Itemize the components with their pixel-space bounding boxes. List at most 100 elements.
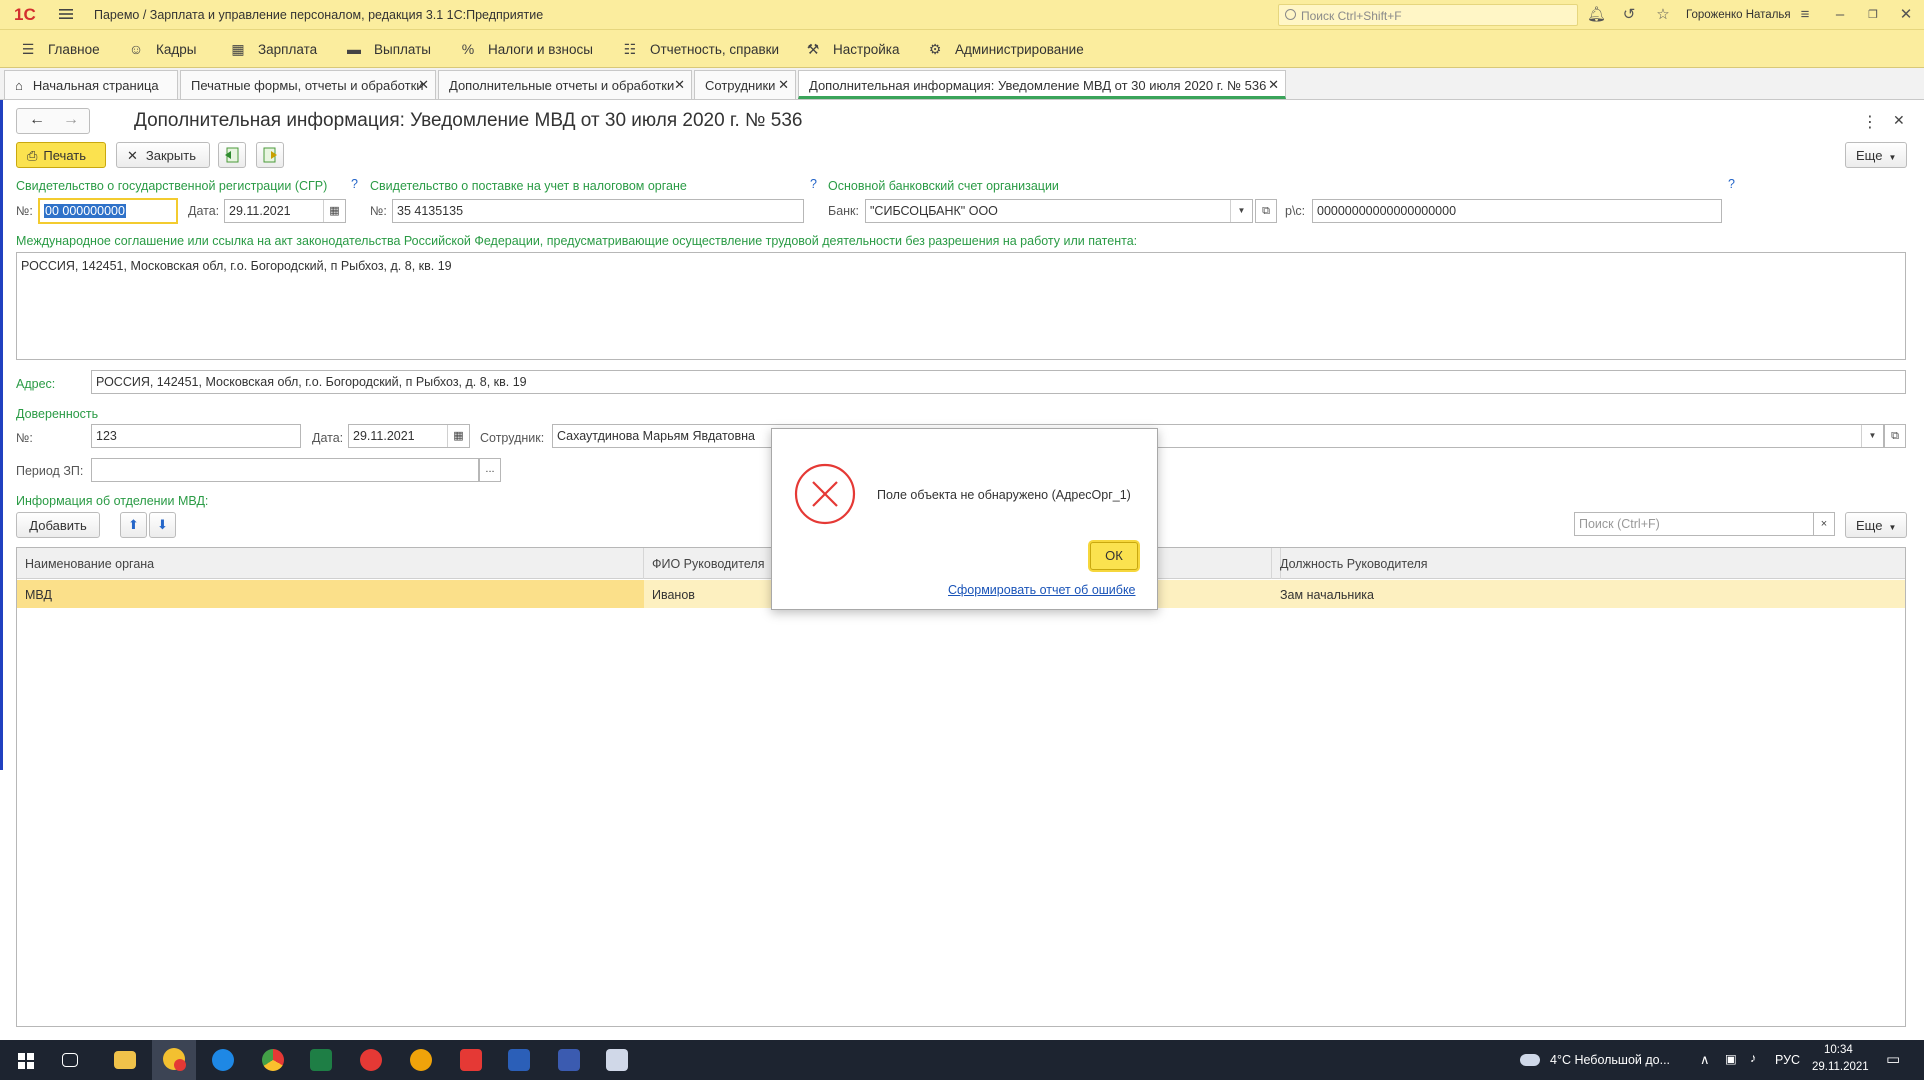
restore-icon[interactable]: ❐ (1864, 6, 1882, 24)
tab-additional-info[interactable]: Дополнительная информация: Уведомление М… (798, 70, 1286, 99)
export-button[interactable] (218, 142, 246, 168)
task-view-icon[interactable] (62, 1053, 78, 1067)
clear-search-icon[interactable]: × (1813, 512, 1835, 536)
windows-taskbar: 4°C Небольшой до... ∧ ▣ ♪ РУС 10:34 29.1… (0, 1040, 1924, 1080)
help-question-mark[interactable]: ? (1728, 177, 1735, 191)
dropdown-arrow-icon[interactable]: ▼ (1861, 425, 1883, 447)
menu-item-admin[interactable]: ⚙ Администрирование (927, 41, 1084, 57)
global-search-input[interactable]: Поиск Ctrl+Shift+F (1278, 4, 1578, 26)
chrome-icon[interactable] (262, 1049, 284, 1071)
bell-icon[interactable]: 🔔︎ (1587, 6, 1606, 24)
forward-arrow-icon[interactable]: → (63, 111, 79, 129)
clock-time[interactable]: 10:34 (1824, 1044, 1853, 1056)
anydesk-icon[interactable] (460, 1049, 482, 1071)
tab-home[interactable]: ⌂ Начальная страница (4, 70, 178, 99)
star-icon[interactable]: ☆ (1654, 6, 1672, 24)
tray-chevron-icon[interactable]: ∧ (1700, 1052, 1710, 1068)
address-field[interactable]: РОССИЯ, 142451, Московская обл, г.о. Бог… (91, 370, 1906, 394)
more-button[interactable]: Еще ▼ (1845, 142, 1907, 168)
address-label: Адрес: (16, 377, 56, 391)
open-employee-icon[interactable]: ⧉ (1884, 424, 1906, 448)
menu-item-personnel[interactable]: ☺ Кадры (128, 41, 197, 57)
table-more-button[interactable]: Еще ▼ (1845, 512, 1907, 538)
period-select-button[interactable]: ... (479, 458, 501, 482)
history-icon[interactable]: ↺ (1620, 6, 1638, 24)
proxy-number-value: 123 (96, 429, 117, 443)
add-button[interactable]: Добавить (16, 512, 100, 538)
mvd-table[interactable]: Наименование органа ФИО Руководителя Дол… (16, 547, 1906, 1027)
1c-taskbar-icon[interactable] (152, 1040, 196, 1080)
employee-field[interactable]: Сахаутдинова Марьям Явдатовна ▼ (552, 424, 1884, 448)
move-up-button[interactable]: ⬆ (120, 512, 147, 538)
weather-text[interactable]: 4°C Небольшой до... (1550, 1053, 1670, 1067)
word-icon[interactable] (508, 1049, 530, 1071)
user-name[interactable]: Гороженко Наталья (1686, 9, 1791, 21)
close-button[interactable]: ✕ Закрыть (116, 142, 210, 168)
yandex-browser-icon[interactable] (360, 1049, 382, 1071)
close-tab-icon[interactable]: ✕ (1268, 77, 1279, 93)
close-tab-icon[interactable]: ✕ (418, 77, 429, 93)
bank-field[interactable]: "СИБСОЦБАНК" ООО ▼ (865, 199, 1253, 223)
file-explorer-icon[interactable] (114, 1051, 136, 1069)
close-window-icon[interactable]: ✕ (1897, 6, 1915, 24)
language-indicator[interactable]: РУС (1775, 1053, 1800, 1067)
settings-menu-icon[interactable]: ≡ (1796, 6, 1814, 24)
table-cell[interactable]: МВД (17, 580, 644, 608)
app-icon[interactable] (410, 1049, 432, 1071)
proxy-number-label: №: (16, 431, 33, 445)
network-icon[interactable]: ▣ (1725, 1051, 1737, 1066)
sgr-date-field[interactable]: 29.11.2021 ▦ (224, 199, 346, 223)
close-tab-icon[interactable]: ✕ (674, 77, 685, 93)
import-button[interactable] (256, 142, 284, 168)
sgr-number-field[interactable]: 00 000000000 (38, 198, 178, 224)
back-arrow-icon[interactable]: ← (29, 111, 45, 129)
menu-item-settings[interactable]: ⚒ Настройка (805, 41, 900, 57)
form-close-icon[interactable]: ✕ (1893, 112, 1905, 129)
app-icon[interactable] (606, 1049, 628, 1071)
menu-item-payments[interactable]: ▬ Выплаты (346, 41, 431, 57)
open-bank-icon[interactable]: ⧉ (1255, 199, 1277, 223)
calendar-icon[interactable]: ▦ (447, 425, 469, 447)
edge-icon[interactable] (212, 1049, 234, 1071)
hamburger-icon[interactable] (58, 6, 74, 22)
app-icon[interactable] (558, 1049, 580, 1071)
help-question-mark[interactable]: ? (351, 177, 358, 191)
bank-section-label: Основной банковский счет организации (828, 179, 1059, 193)
close-tab-icon[interactable]: ✕ (778, 77, 789, 93)
excel-icon[interactable] (310, 1049, 332, 1071)
minimize-icon[interactable]: – (1831, 6, 1849, 24)
menu-label: Главное (48, 41, 100, 57)
error-report-link[interactable]: Сформировать отчет об ошибке (948, 583, 1136, 597)
tab-employees[interactable]: Сотрудники ✕ (694, 70, 796, 99)
help-question-mark[interactable]: ? (810, 177, 817, 191)
dropdown-arrow-icon[interactable]: ▼ (1230, 200, 1252, 222)
agreement-textarea[interactable]: РОССИЯ, 142451, Московская обл, г.о. Бог… (16, 252, 1906, 360)
tax-number-field[interactable]: 35 4135135 (392, 199, 804, 223)
account-field[interactable]: 00000000000000000000 (1312, 199, 1722, 223)
form-more-icon[interactable]: ⋮ (1862, 112, 1878, 132)
menu-item-salary[interactable]: ▦ Зарплата (230, 41, 317, 57)
clock-date[interactable]: 29.11.2021 (1812, 1061, 1869, 1073)
table-cell[interactable]: Зам начальника (1272, 580, 1906, 608)
calendar-icon[interactable]: ▦ (323, 200, 345, 222)
volume-icon[interactable]: ♪ (1750, 1051, 1756, 1065)
print-button[interactable]: ⎙ Печать (16, 142, 106, 168)
column-header[interactable]: Должность Руководителя (1272, 548, 1906, 579)
windows-start-icon[interactable] (18, 1053, 34, 1069)
move-down-button[interactable]: ⬇ (149, 512, 176, 538)
ok-button[interactable]: ОК (1090, 542, 1138, 570)
proxy-number-field[interactable]: 123 (91, 424, 301, 448)
period-field[interactable] (91, 458, 479, 482)
arrow-down-icon: ⬇ (157, 517, 168, 532)
menu-item-reports[interactable]: ☷ Отчетность, справки (622, 41, 779, 57)
table-search-input[interactable]: Поиск (Ctrl+F) (1574, 512, 1816, 536)
column-header[interactable]: Наименование органа (17, 548, 644, 579)
tab-additional-reports[interactable]: Дополнительные отчеты и обработки ✕ (438, 70, 692, 99)
menu-item-main[interactable]: ☰ Главное (20, 41, 100, 57)
mvd-info-label: Информация об отделении МВД: (16, 494, 209, 508)
proxy-date-field[interactable]: 29.11.2021 ▦ (348, 424, 470, 448)
weather-icon[interactable] (1520, 1054, 1540, 1066)
notifications-icon[interactable]: ▭ (1886, 1050, 1900, 1068)
menu-item-taxes[interactable]: % Налоги и взносы (460, 41, 593, 57)
tab-print-forms[interactable]: Печатные формы, отчеты и обработки ✕ (180, 70, 436, 99)
